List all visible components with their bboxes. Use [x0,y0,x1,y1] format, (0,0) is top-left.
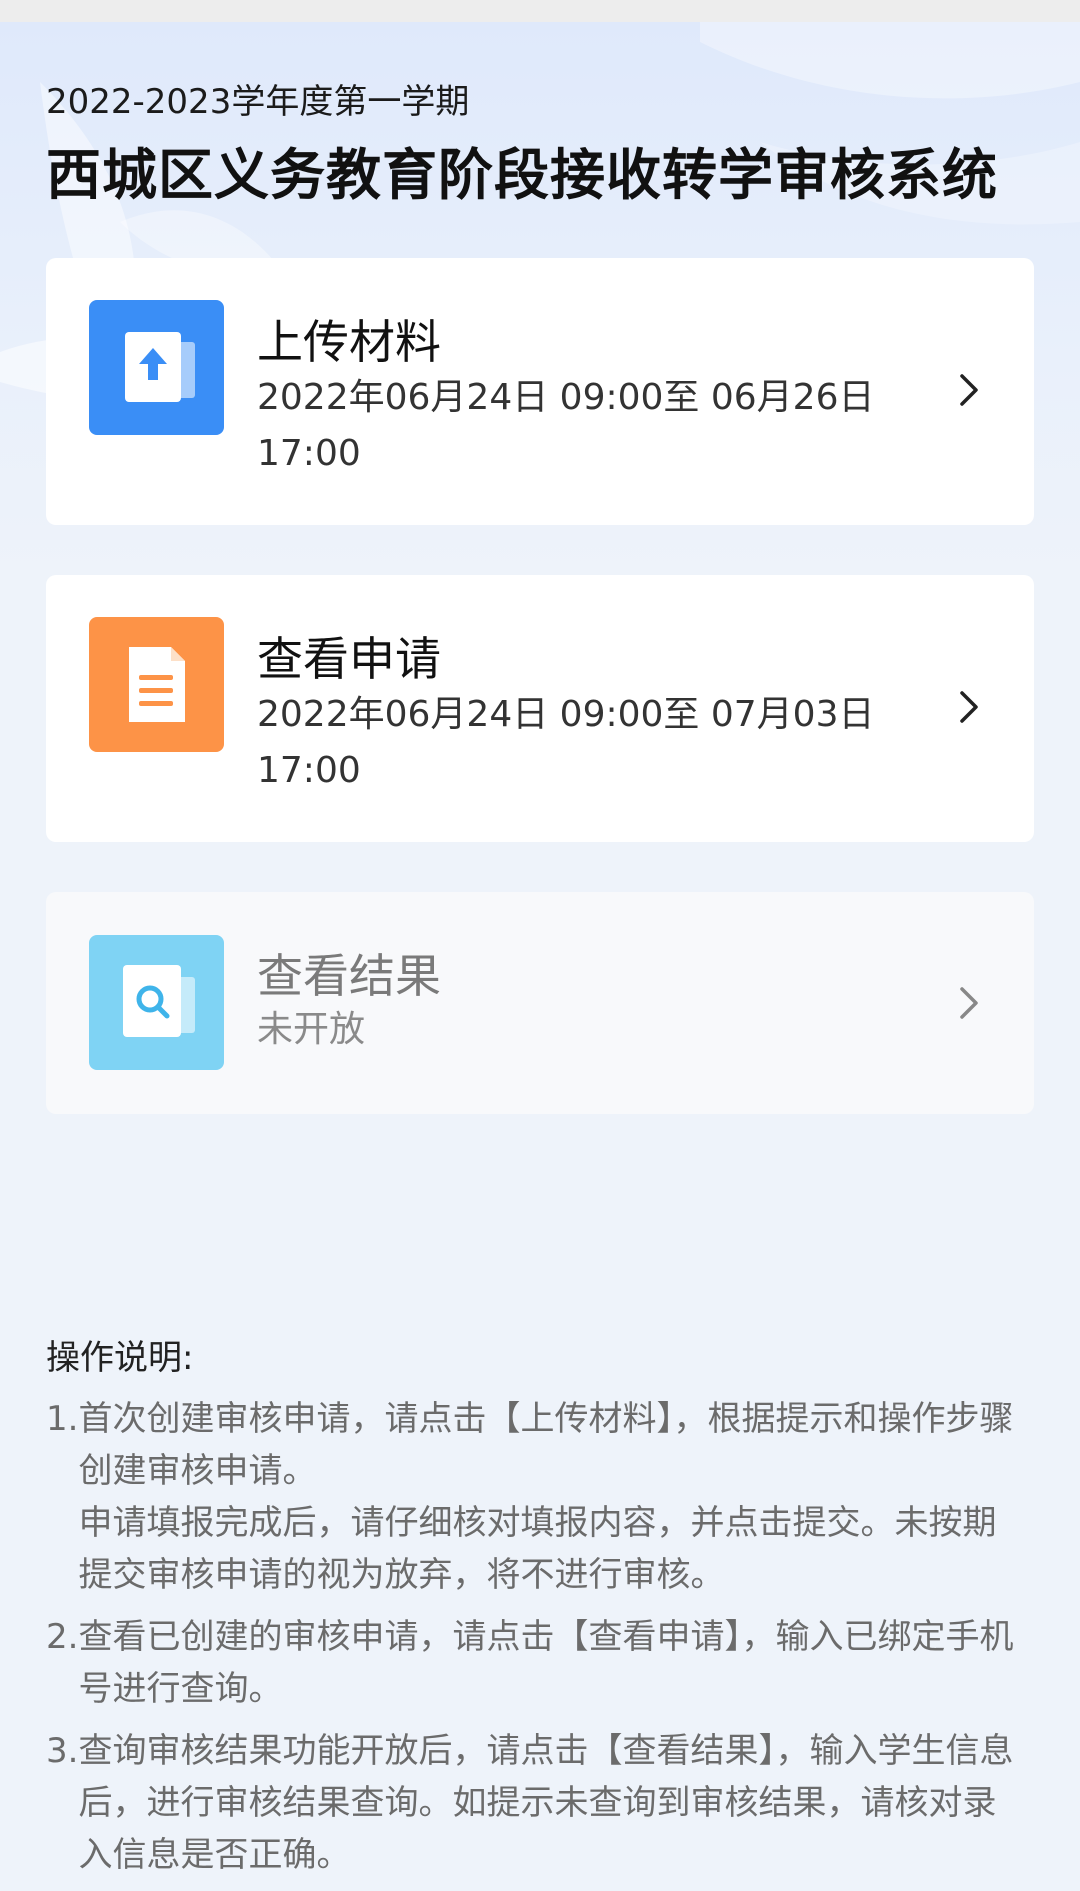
instruction-item: 1. 首次创建审核申请，请点击【上传材料】，根据提示和操作步骤创建审核申请。 申… [46,1393,1016,1601]
status-bar [0,0,1080,22]
instruction-text: 查看已创建的审核申请，请点击【查看申请】，输入已绑定手机号进行查询。 [78,1617,1014,1709]
card-title: 查看结果 [257,949,441,1003]
instructions-heading: 操作说明: [46,1338,194,1378]
instruction-number: 1. [46,1399,79,1439]
view-application-card[interactable]: 查看申请 2022年06月24日 09:00至 07月03日 17:00 [46,575,1034,842]
chevron-right-icon [954,687,984,727]
instruction-item: 3. 查询审核结果功能开放后，请点击【查看结果】，输入学生信息后，进行审核结果查… [46,1725,1016,1881]
search-document-icon [89,935,224,1070]
upload-document-icon [89,300,224,435]
card-title: 查看申请 [257,632,441,686]
view-results-card[interactable]: 查看结果 未开放 [46,892,1034,1114]
instruction-text: 首次创建审核申请，请点击【上传材料】，根据提示和操作步骤创建审核申请。 [78,1399,1014,1491]
card-title: 上传材料 [257,315,441,369]
upload-materials-card[interactable]: 上传材料 2022年06月24日 09:00至 06月26日 17:00 [46,258,1034,525]
instructions-section: 操作说明: 1. 首次创建审核申请，请点击【上传材料】，根据提示和操作步骤创建审… [46,1330,1016,1891]
document-lines-icon [89,617,224,752]
page-title: 西城区义务教育阶段接收转学审核系统 [46,143,999,207]
instruction-number: 2. [46,1617,79,1657]
instruction-number: 3. [46,1731,79,1771]
card-schedule: 2022年06月24日 09:00至 07月03日 17:00 [257,694,875,791]
instruction-text: 查询审核结果功能开放后，请点击【查看结果】，输入学生信息后，进行审核结果查询。如… [78,1731,1014,1875]
instruction-text: 申请填报完成后，请仔细核对填报内容，并点击提交。未按期提交审核申请的视为放弃，将… [78,1503,997,1595]
card-schedule: 2022年06月24日 09:00至 06月26日 17:00 [257,377,875,474]
term-label: 2022-2023学年度第一学期 [46,82,470,122]
chevron-right-icon [954,983,984,1023]
instruction-item: 2. 查看已创建的审核申请，请点击【查看申请】，输入已绑定手机号进行查询。 [46,1611,1016,1715]
card-status: 未开放 [257,1009,366,1050]
chevron-right-icon [954,370,984,410]
